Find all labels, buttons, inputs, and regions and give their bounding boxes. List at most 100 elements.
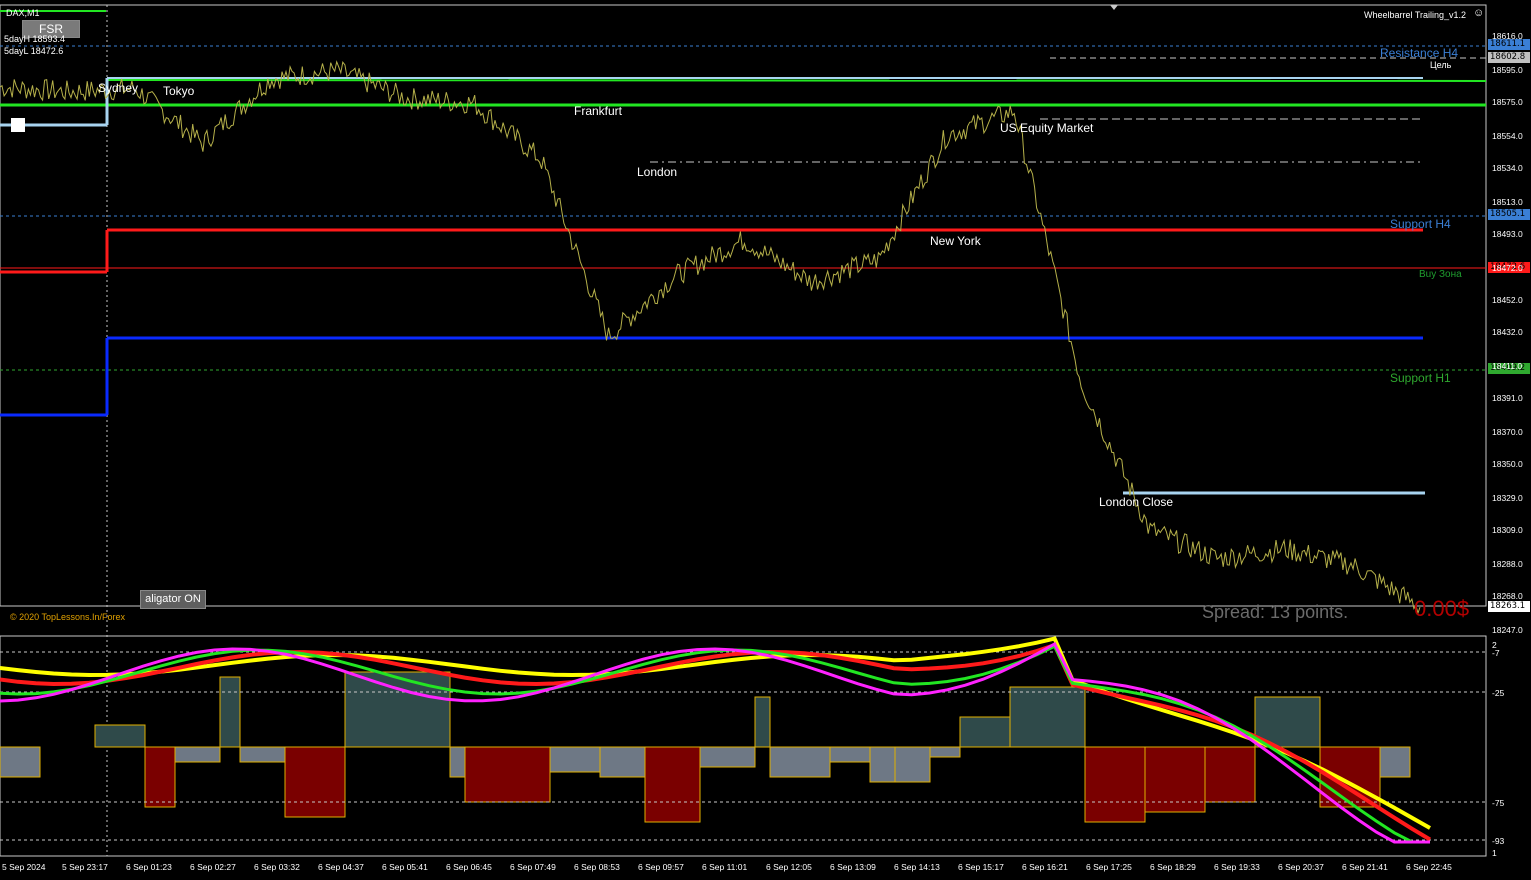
indicator-axis-label: -75 xyxy=(1492,798,1505,808)
session-new-york: New York xyxy=(930,234,981,248)
price-axis-label: 18554.0 xyxy=(1492,130,1523,141)
price-axis-label: 18513.0 xyxy=(1492,196,1523,207)
price-axis-label: 18411.0 xyxy=(1492,361,1523,371)
time-axis-label: 6 Sep 20:37 xyxy=(1278,862,1324,872)
buy-zone-label: Buy Зона xyxy=(1419,269,1462,280)
histogram-bar xyxy=(344,671,451,748)
resistance-h4-label: Resistance H4 xyxy=(1380,46,1459,60)
time-axis-label: 6 Sep 17:25 xyxy=(1086,862,1132,872)
histogram-bar xyxy=(174,746,221,763)
histogram-bar xyxy=(929,746,961,758)
support-h1-label: Support H1 xyxy=(1390,371,1451,385)
alligator-teeth xyxy=(0,642,1432,842)
smiley-icon[interactable]: ☺ xyxy=(1473,7,1484,19)
session-us-equity: US Equity Market xyxy=(1000,121,1094,135)
alligator-toggle-button[interactable]: aligator ON xyxy=(140,590,206,609)
price-axis-label: 18432.0 xyxy=(1492,327,1523,338)
price-axis-label: 18616.0 xyxy=(1492,31,1523,41)
time-axis-label: 6 Sep 21:41 xyxy=(1342,862,1388,872)
profit-label: 0.00$ xyxy=(1414,596,1470,621)
histogram-bar xyxy=(94,724,146,748)
histogram-bar xyxy=(239,746,286,763)
time-axis-label: 6 Sep 11:01 xyxy=(702,862,748,872)
histogram-bar xyxy=(829,746,871,763)
time-axis-label: 6 Sep 08:53 xyxy=(574,862,620,872)
price-axis-label: 18493.0 xyxy=(1492,229,1523,239)
histogram-bar xyxy=(549,746,601,773)
time-axis-label: 6 Sep 16:21 xyxy=(1022,862,1068,872)
histogram-bar xyxy=(144,746,176,808)
time-axis-label: 5 Sep 2024 xyxy=(2,862,46,872)
price-axis-label: 18247.0 xyxy=(1492,625,1523,635)
symbol-label: DAX,M1 xyxy=(6,8,40,18)
histogram-bar xyxy=(894,746,931,783)
session-frankfurt: Frankfurt xyxy=(574,104,623,118)
price-chart[interactable] xyxy=(0,0,1531,880)
five-day-high: 5dayH 18593.4 xyxy=(4,34,66,44)
time-axis-label: 6 Sep 09:57 xyxy=(638,862,684,872)
support-h4-label: Support H4 xyxy=(1390,217,1451,231)
oscillator-line xyxy=(0,641,1430,844)
histogram-bar xyxy=(959,716,1011,748)
histogram-bar xyxy=(449,746,466,778)
indicator-axis-label: -7 xyxy=(1492,648,1500,658)
price-axis-label: 18288.0 xyxy=(1492,559,1523,569)
price-axis-label: 18472.0 xyxy=(1492,262,1523,273)
histogram-bar xyxy=(219,676,241,748)
histogram-bar xyxy=(1379,746,1411,778)
histogram-bar xyxy=(599,746,646,778)
histogram-bar xyxy=(1009,686,1086,748)
price-tag-support-h4: 18505.1 xyxy=(1488,209,1530,220)
time-axis-label: 6 Sep 06:45 xyxy=(446,862,492,872)
price-axis-label: 18350.0 xyxy=(1492,459,1523,470)
copyright-label: © 2020 TopLessons.In/Forex xyxy=(10,612,126,622)
chart-window[interactable]: DAX,M1 FSR 5dayH 18593.4 5dayL 18472.6 W… xyxy=(0,0,1531,880)
time-axis-label: 6 Sep 13:09 xyxy=(830,862,876,872)
price-axis-label: 18595.0 xyxy=(1492,64,1523,75)
time-axis-label: 6 Sep 03:32 xyxy=(254,862,300,872)
time-axis-label: 6 Sep 01:23 xyxy=(126,862,172,872)
green-level-upper xyxy=(106,79,1487,82)
histogram-bar xyxy=(464,746,551,803)
time-axis-label: 6 Sep 02:27 xyxy=(190,862,236,872)
time-axis-label: 6 Sep 14:13 xyxy=(894,862,940,872)
session-tokyo: Tokyo xyxy=(163,84,195,98)
indicator-axis-label: -25 xyxy=(1492,688,1505,698)
indicator-axis-label: -93 xyxy=(1492,836,1505,846)
price-axis-label: 18329.0 xyxy=(1492,493,1523,503)
five-day-low: 5dayL 18472.6 xyxy=(4,46,64,56)
histogram-bar xyxy=(0,746,41,778)
histogram-bar xyxy=(1204,746,1256,803)
spread-label: Spread: 13 points. xyxy=(1202,602,1349,622)
price-axis-label: 18575.0 xyxy=(1492,97,1523,107)
histogram-bar xyxy=(1084,746,1146,823)
price-axis-label: 18309.0 xyxy=(1492,525,1523,536)
price-axis-label: 18452.0 xyxy=(1492,295,1523,305)
price-axis-label: 18391.0 xyxy=(1492,393,1523,404)
histogram-bar xyxy=(869,746,896,783)
price-tag-target: 18602.8 xyxy=(1488,52,1530,63)
time-axis-label: 6 Sep 15:17 xyxy=(958,862,1004,872)
time-axis-label: 6 Sep 12:05 xyxy=(766,862,812,872)
time-axis-label: 6 Sep 04:37 xyxy=(318,862,364,872)
session-sydney: Sydney xyxy=(98,81,139,95)
alligator-lips xyxy=(0,644,1430,844)
price-axis-label: 18370.0 xyxy=(1492,427,1523,437)
time-axis-label: 5 Sep 23:17 xyxy=(62,862,108,872)
scroll-marker xyxy=(1110,5,1118,10)
time-axis-label: 6 Sep 05:41 xyxy=(382,862,428,872)
price-axis-label: 18534.0 xyxy=(1492,163,1523,173)
histogram-bar xyxy=(769,746,831,778)
expert-name: Wheelbarrel Trailing_v1.2 xyxy=(1364,10,1467,20)
target-label: Цель xyxy=(1430,60,1452,70)
time-axis-label: 6 Sep 18:29 xyxy=(1150,862,1196,872)
histogram-bar xyxy=(644,746,701,823)
histogram-bar xyxy=(754,696,771,748)
histogram-bar xyxy=(284,746,346,818)
histogram-bar xyxy=(699,746,756,768)
time-axis-label: 6 Sep 07:49 xyxy=(510,862,556,872)
session-london: London xyxy=(637,165,678,179)
time-axis-label: 6 Sep 22:45 xyxy=(1406,862,1452,872)
session-london-close: London Close xyxy=(1099,495,1174,509)
indicator-axis-label: 1 xyxy=(1492,848,1497,858)
